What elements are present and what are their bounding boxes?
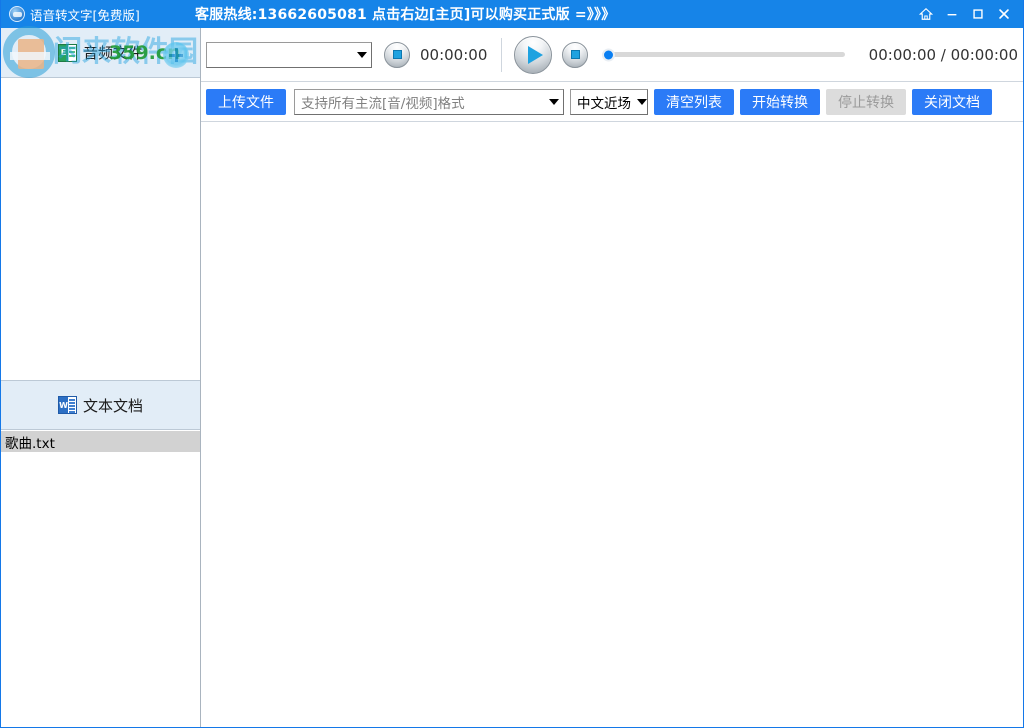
upload-file-button[interactable]: 上传文件 — [206, 88, 286, 115]
player-toolbar: 00:00:00 00:00:00 / 00:00:00 — [201, 28, 1023, 82]
close-icon[interactable] — [991, 1, 1017, 27]
track-select[interactable] — [206, 41, 372, 68]
list-item-label: 歌曲.txt — [5, 435, 55, 452]
promo-banner-text: 客服热线:13662605081 点击右边[主页]可以购买正式版 =》》》 — [195, 7, 616, 23]
play-icon — [528, 45, 544, 64]
text-documents-panel-header: W 文本文档 — [1, 380, 200, 430]
text-documents-panel-title: 文本文档 — [82, 396, 143, 415]
audio-files-panel-title: 音频文件 — [82, 44, 143, 62]
app-window: 语音转文字[免费版] 客服热线:13662605081 点击右边[主页]可以购买… — [0, 0, 1024, 728]
workspace-area[interactable] — [201, 122, 1023, 725]
action-toolbar: 上传文件 支持所有主流[音/视频]格式 中文近场 清空列表 开始转换 停止转换 … — [201, 82, 1023, 122]
file-path-placeholder: 支持所有主流[音/视频]格式 — [301, 95, 465, 112]
stop-button[interactable] — [562, 41, 589, 68]
app-logo-icon — [9, 6, 25, 22]
stop-convert-button: 停止转换 — [826, 88, 906, 115]
audio-files-list[interactable] — [1, 78, 200, 380]
progress-slider-thumb[interactable] — [602, 48, 616, 61]
list-item[interactable]: 歌曲.txt — [1, 431, 200, 452]
minimize-icon[interactable] — [939, 1, 965, 27]
toolbar-divider — [501, 37, 503, 72]
app-title: 语音转文字[免费版] — [30, 7, 140, 23]
language-select[interactable]: 中文近场 — [570, 88, 648, 115]
sidebar: E 音频文件 W 文本文档 歌曲.txt — [1, 28, 201, 727]
main-area: 00:00:00 00:00:00 / 00:00:00 上传文件 支持所有主流… — [201, 28, 1023, 727]
progress-slider[interactable] — [602, 48, 845, 61]
title-bar: 语音转文字[免费版] 客服热线:13662605081 点击右边[主页]可以购买… — [1, 0, 1023, 28]
window-controls — [913, 0, 1017, 28]
start-convert-button[interactable]: 开始转换 — [740, 88, 820, 115]
title-bar-left: 语音转文字[免费版] — [1, 5, 191, 24]
chevron-down-icon — [637, 98, 647, 105]
language-select-value: 中文近场 — [577, 95, 631, 112]
chevron-down-icon — [357, 51, 367, 58]
play-button[interactable] — [514, 35, 553, 74]
stop-icon — [570, 50, 580, 59]
home-icon[interactable] — [913, 1, 939, 27]
file-path-select[interactable]: 支持所有主流[音/视频]格式 — [294, 88, 564, 115]
clear-list-button[interactable]: 清空列表 — [654, 88, 734, 115]
time-display: 00:00:00 / 00:00:00 — [868, 45, 1018, 64]
stop-small-button[interactable] — [384, 41, 410, 68]
word-document-icon: W — [57, 396, 77, 414]
maximize-icon[interactable] — [965, 1, 991, 27]
elapsed-time: 00:00:00 — [420, 45, 488, 64]
chevron-down-icon — [549, 98, 559, 105]
stop-icon — [392, 50, 402, 59]
audio-file-icon: E — [57, 43, 77, 62]
close-document-button[interactable]: 关闭文档 — [912, 88, 992, 115]
text-documents-list[interactable]: 歌曲.txt — [1, 430, 200, 727]
audio-files-panel-header: E 音频文件 — [1, 28, 200, 78]
progress-slider-track[interactable] — [602, 48, 845, 61]
